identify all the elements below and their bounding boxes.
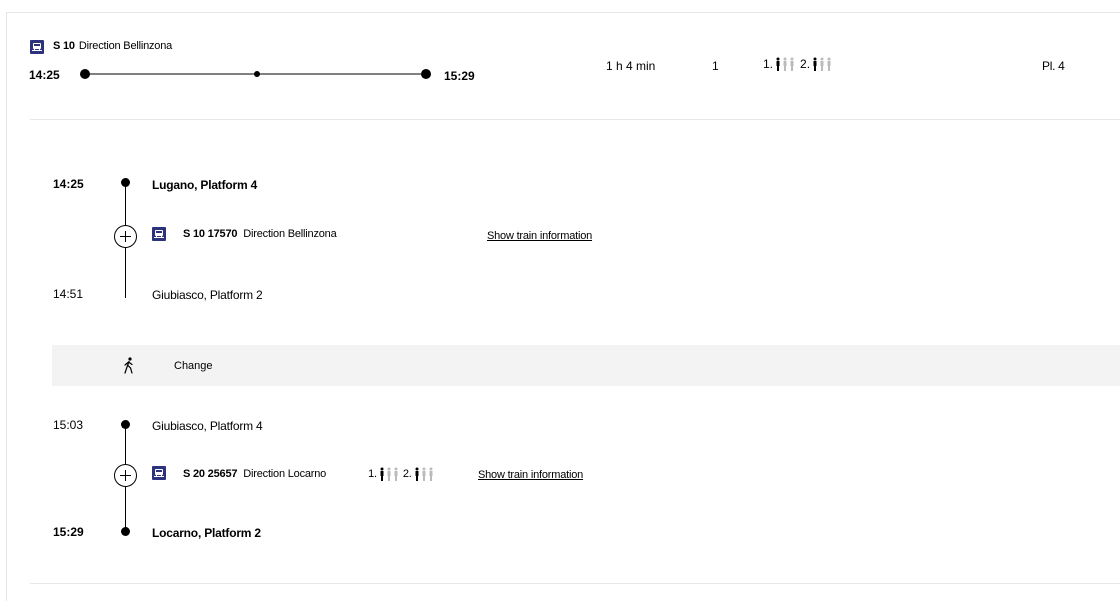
leg2-show-train-information-link[interactable]: Show train information: [478, 469, 583, 481]
leg2-arrival-stop: Locarno, Platform 2: [152, 526, 261, 540]
summary-timeline: [80, 69, 431, 79]
leg2-class2-label: 2.: [402, 468, 412, 480]
leg1-departure-stop: Lugano, Platform 4: [152, 178, 258, 192]
summary-arrival-time: 15:29: [444, 69, 475, 83]
occupancy-icon: [813, 57, 831, 71]
occupancy-icon: [415, 467, 433, 481]
summary-platform: Pl. 4: [1042, 59, 1065, 73]
summary-departure-time: 14:25: [29, 68, 60, 82]
summary-occupancy: 1. 2.: [763, 57, 832, 71]
leg1-direction: Direction Bellinzona: [243, 228, 337, 240]
leg2-train-code: S 20 25657: [183, 468, 238, 480]
stop-dot: [121, 527, 130, 536]
leg2-class1-label: 1.: [368, 468, 377, 480]
leg2-train-info: S 20 25657 Direction Locarno 1. 2.: [152, 466, 434, 481]
leg2-departure-time: 15:03: [53, 418, 84, 432]
summary-changes: 1: [712, 59, 719, 73]
leg2-arrival-time: 15:29: [53, 525, 84, 539]
leg1-train-code: S 10 17570: [183, 228, 238, 240]
leg1-arrival-stop: Giubiasco, Platform 2: [152, 288, 263, 302]
occupancy-icon: [776, 57, 794, 71]
expand-stops-button[interactable]: [114, 225, 137, 248]
divider: [30, 119, 1120, 120]
stop-dot: [121, 178, 130, 187]
connection-card: [6, 12, 1120, 601]
summary-direction: Direction Bellinzona: [78, 40, 173, 52]
summary-duration: 1 h 4 min: [606, 59, 656, 73]
train-icon: [30, 40, 44, 54]
train-icon: [152, 466, 166, 480]
leg2-direction: Direction Locarno: [243, 468, 327, 480]
leg1-departure-time: 14:25: [53, 177, 84, 191]
class1-label: 1.: [763, 57, 774, 71]
walk-icon: [124, 357, 133, 374]
leg2-departure-stop: Giubiasco, Platform 4: [152, 419, 263, 433]
timeline-change-dot: [254, 71, 260, 77]
occupancy-icon: [380, 467, 398, 481]
class2-label: 2.: [800, 57, 811, 71]
expand-stops-button[interactable]: [114, 464, 137, 487]
leg1-train-info: S 10 17570 Direction Bellinzona: [152, 227, 337, 241]
change-label: Change: [174, 360, 213, 372]
leg1-show-train-information-link[interactable]: Show train information: [487, 230, 592, 242]
summary-line-info: S 10 Direction Bellinzona: [53, 40, 172, 52]
leg1-arrival-time: 14:51: [53, 287, 84, 301]
train-icon: [152, 227, 166, 241]
summary-line-code: S 10: [53, 40, 75, 52]
stop-dot: [121, 420, 130, 429]
divider: [30, 583, 1120, 584]
timeline-end-dot: [421, 69, 431, 79]
